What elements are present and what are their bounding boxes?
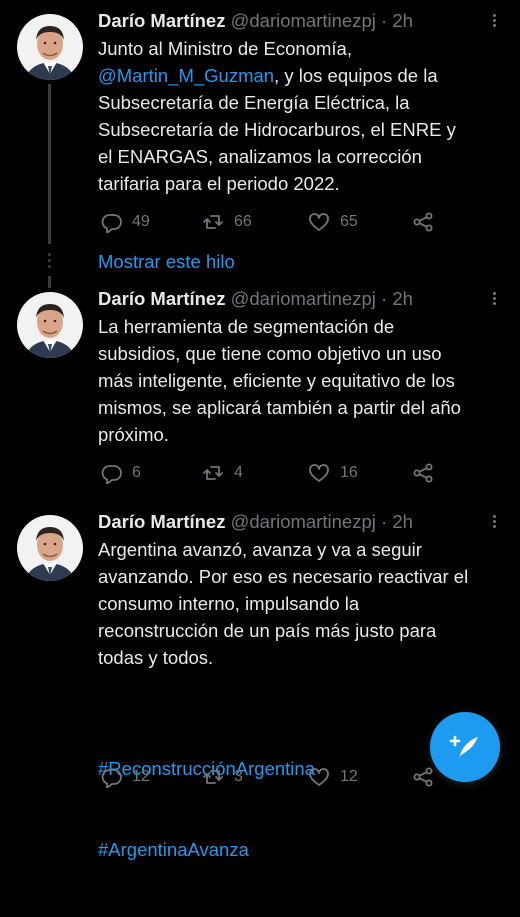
like-button[interactable]: 65 — [308, 210, 358, 234]
like-count: 16 — [340, 464, 358, 481]
more-options-icon[interactable] — [486, 513, 502, 530]
reply-icon — [101, 769, 122, 788]
more-options-icon[interactable] — [486, 290, 502, 307]
share-button[interactable] — [412, 461, 444, 485]
share-icon — [413, 767, 433, 787]
tweet-header: Darío Martínez @dariomartinezpj · 2h — [98, 288, 413, 310]
share-icon — [413, 212, 433, 232]
retweet-count: 3 — [234, 768, 243, 785]
retweet-count: 66 — [234, 213, 252, 230]
retweet-count: 4 — [234, 464, 243, 481]
heart-icon — [309, 768, 329, 786]
retweet-icon — [203, 466, 223, 480]
tweet[interactable]: Darío Martínez @dariomartinezpj · 2h La … — [0, 288, 520, 498]
heart-icon — [309, 464, 329, 482]
tweet-time[interactable]: · 2h — [381, 10, 413, 31]
retweet-button[interactable]: 3 — [202, 765, 243, 789]
tweet[interactable]: Darío Martínez @dariomartinezpj · 2h Jun… — [0, 10, 520, 250]
reply-button[interactable]: 12 — [100, 765, 150, 789]
author-handle[interactable]: @dariomartinezpj — [231, 288, 376, 309]
compose-tweet-button[interactable] — [430, 712, 500, 782]
retweet-button[interactable]: 4 — [202, 461, 243, 485]
show-thread-link[interactable]: Mostrar este hilo — [98, 251, 235, 273]
reply-count: 49 — [132, 213, 150, 230]
reply-icon — [101, 214, 122, 233]
heart-icon — [309, 213, 329, 231]
reply-count: 6 — [132, 464, 141, 481]
like-count: 65 — [340, 213, 358, 230]
tweet-header: Darío Martínez @dariomartinezpj · 2h — [98, 10, 413, 32]
mention-link[interactable]: @Martin_M_Guzman — [98, 65, 274, 86]
tweet-text: Argentina avanzó, avanza y va a seguir a… — [98, 539, 469, 668]
tweet-text: Junto al Ministro de Economía, @Martin_M… — [98, 35, 498, 197]
reply-count: 12 — [132, 768, 150, 785]
retweet-icon — [203, 215, 223, 229]
tweet-actions: 12 3 12 — [98, 765, 448, 789]
compose-tweet-icon — [449, 735, 478, 759]
like-count: 12 — [340, 768, 358, 785]
thread-line — [48, 276, 51, 288]
share-button[interactable] — [412, 210, 444, 234]
author-handle[interactable]: @dariomartinezpj — [231, 511, 376, 532]
share-icon — [413, 463, 433, 483]
like-button[interactable]: 12 — [308, 765, 358, 789]
tweet-time[interactable]: · 2h — [381, 511, 413, 532]
more-options-icon[interactable] — [486, 12, 502, 29]
tweet-text: La herramienta de segmentación de subsid… — [98, 316, 461, 445]
avatar[interactable] — [17, 14, 83, 80]
tweet-time[interactable]: · 2h — [381, 288, 413, 309]
reply-button[interactable]: 6 — [100, 461, 141, 485]
avatar[interactable] — [17, 515, 83, 581]
tweet-actions: 49 66 65 — [98, 210, 448, 234]
avatar[interactable] — [17, 292, 83, 358]
tweet-text-part: Junto al Ministro de Economía, — [98, 38, 352, 59]
author-name[interactable]: Darío Martínez — [98, 288, 225, 309]
hashtag-link[interactable]: #ArgentinaAvanza — [98, 836, 498, 863]
reply-button[interactable]: 49 — [100, 210, 150, 234]
tweet-header: Darío Martínez @dariomartinezpj · 2h — [98, 511, 413, 533]
retweet-icon — [203, 770, 223, 784]
author-name[interactable]: Darío Martínez — [98, 10, 225, 31]
retweet-button[interactable]: 66 — [202, 210, 252, 234]
like-button[interactable]: 16 — [308, 461, 358, 485]
author-handle[interactable]: @dariomartinezpj — [231, 10, 376, 31]
reply-icon — [101, 465, 122, 484]
author-name[interactable]: Darío Martínez — [98, 511, 225, 532]
tweet-actions: 6 4 16 — [98, 461, 448, 485]
thread-dots — [46, 250, 53, 271]
